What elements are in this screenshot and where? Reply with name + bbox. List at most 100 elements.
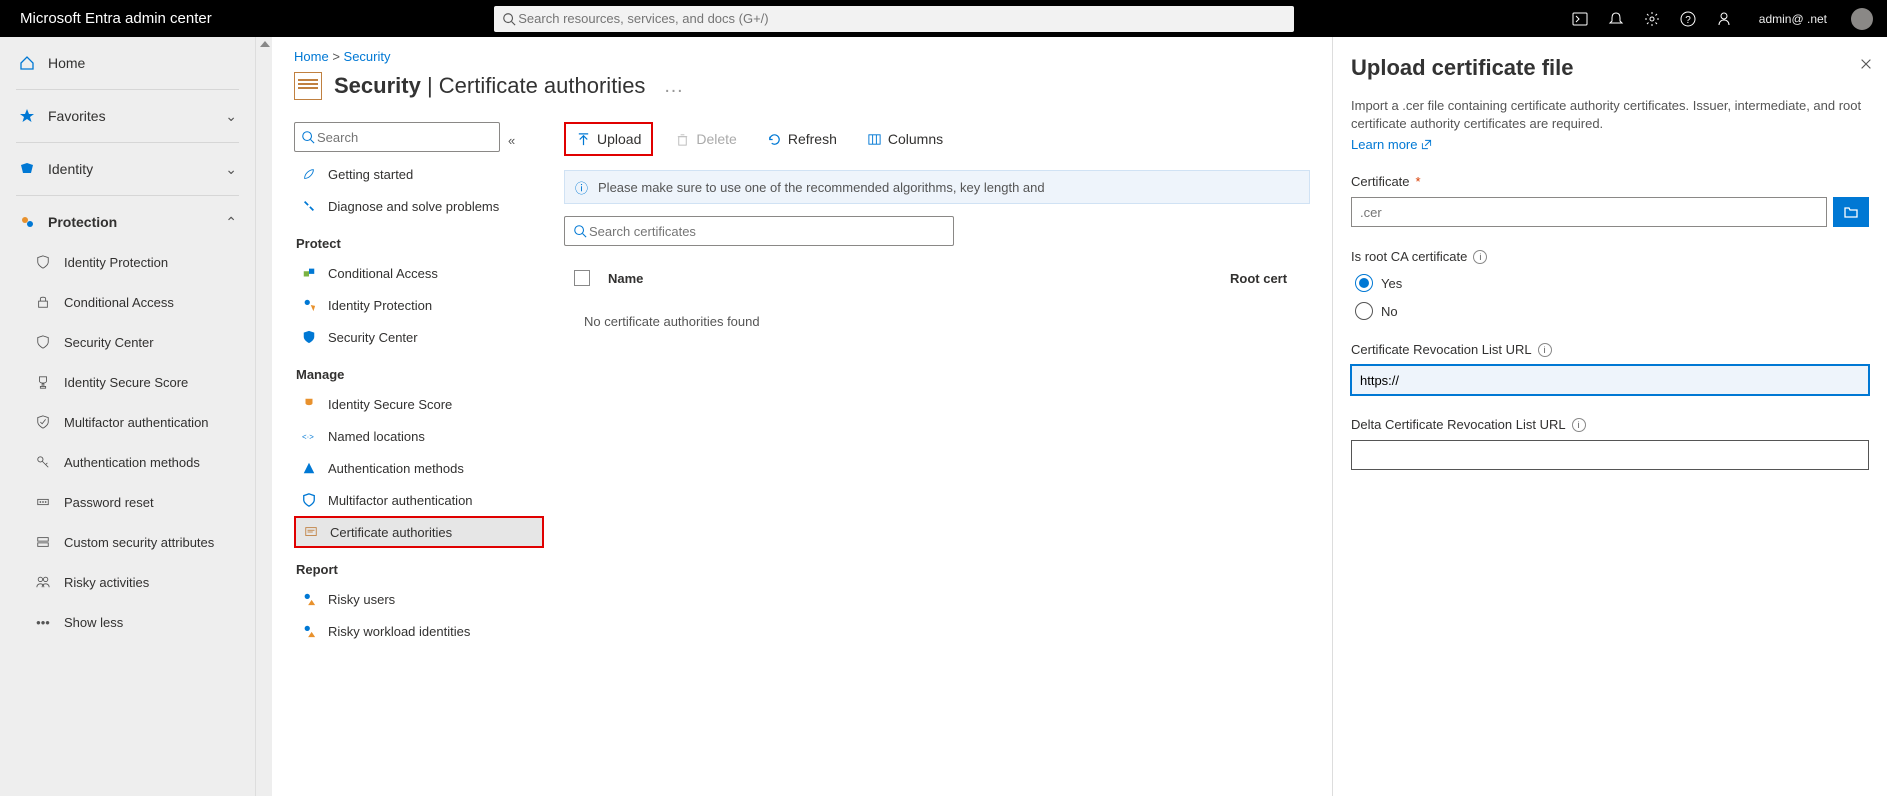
shield-icon bbox=[300, 328, 318, 346]
upload-button[interactable]: Upload bbox=[568, 126, 649, 152]
subnav-security-center[interactable]: Security Center bbox=[294, 321, 544, 353]
subnav-auth-methods[interactable]: Authentication methods bbox=[294, 452, 544, 484]
sidebar-item-password-reset[interactable]: Password reset bbox=[0, 482, 255, 522]
sidebar-item-security-center[interactable]: Security Center bbox=[0, 322, 255, 362]
subnav-label: Getting started bbox=[328, 167, 413, 182]
main-area: Home > Security Security | Certificate a… bbox=[272, 37, 1887, 796]
header-user[interactable]: admin@ .net bbox=[1759, 12, 1827, 26]
info-tooltip-icon[interactable]: i bbox=[1473, 250, 1487, 264]
subnav-diagnose[interactable]: Diagnose and solve problems bbox=[294, 190, 544, 222]
subnav-search-input[interactable] bbox=[315, 129, 495, 146]
security-icon bbox=[34, 333, 52, 351]
svg-text:?: ? bbox=[1685, 15, 1691, 26]
subnav-label: Identity Protection bbox=[328, 298, 432, 313]
trophy-icon bbox=[34, 373, 52, 391]
learn-more-link[interactable]: Learn more bbox=[1351, 137, 1432, 152]
certificate-file-input[interactable] bbox=[1351, 197, 1827, 227]
sidebar-sep bbox=[16, 89, 239, 90]
radio-button[interactable] bbox=[1355, 302, 1373, 320]
subnav-label: Identity Secure Score bbox=[328, 397, 452, 412]
sidebar-item-custom-attrs[interactable]: Custom security attributes bbox=[0, 522, 255, 562]
select-all-checkbox[interactable] bbox=[564, 270, 600, 286]
sidebar-item-label: Conditional Access bbox=[64, 295, 174, 310]
browse-file-button[interactable] bbox=[1833, 197, 1869, 227]
sidebar-item-risky-activities[interactable]: Risky activities bbox=[0, 562, 255, 602]
svg-text:<·>: <·> bbox=[302, 433, 314, 442]
header-search-wrap bbox=[232, 6, 1557, 32]
breadcrumb-home[interactable]: Home bbox=[294, 49, 329, 64]
external-link-icon bbox=[1421, 139, 1432, 150]
sidebar-item-label: Identity Protection bbox=[64, 255, 168, 270]
subnav-search[interactable] bbox=[294, 122, 500, 152]
upload-panel: Upload certificate file Import a .cer fi… bbox=[1332, 37, 1887, 796]
home-icon bbox=[18, 54, 36, 72]
sidebar-item-auth-methods[interactable]: Authentication methods bbox=[0, 442, 255, 482]
info-tooltip-icon[interactable]: i bbox=[1572, 418, 1586, 432]
lock-icon bbox=[34, 293, 52, 311]
shield-icon bbox=[34, 253, 52, 271]
subnav-secure-score[interactable]: Identity Secure Score bbox=[294, 388, 544, 420]
upload-icon bbox=[576, 132, 591, 147]
close-panel-button[interactable] bbox=[1859, 57, 1873, 75]
top-header: Microsoft Entra admin center ? admin@ .n… bbox=[0, 0, 1887, 37]
certificate-label-text: Certificate bbox=[1351, 174, 1410, 189]
col-name[interactable]: Name bbox=[600, 271, 1230, 286]
sidebar-item-identity-protection[interactable]: Identity Protection bbox=[0, 242, 255, 282]
subnav-identity-protection[interactable]: Identity Protection bbox=[294, 289, 544, 321]
columns-icon bbox=[867, 132, 882, 147]
notifications-icon[interactable] bbox=[1607, 10, 1625, 28]
sidebar-favorites[interactable]: Favorites ⌄ bbox=[0, 96, 255, 136]
shield-check-icon bbox=[34, 413, 52, 431]
header-search-input[interactable] bbox=[516, 10, 1286, 27]
columns-button[interactable]: Columns bbox=[859, 126, 951, 152]
subnav-mfa[interactable]: Multifactor authentication bbox=[294, 484, 544, 516]
subnav-conditional-access[interactable]: Conditional Access bbox=[294, 257, 544, 289]
feedback-icon[interactable] bbox=[1715, 10, 1733, 28]
scroll-gutter[interactable] bbox=[256, 37, 272, 796]
info-icon: ⓘ bbox=[575, 178, 588, 197]
settings-icon[interactable] bbox=[1643, 10, 1661, 28]
refresh-button[interactable]: Refresh bbox=[759, 126, 845, 152]
header-search-box[interactable] bbox=[494, 6, 1294, 32]
subnav-named-locations[interactable]: <·>Named locations bbox=[294, 420, 544, 452]
sidebar-show-less[interactable]: •••Show less bbox=[0, 602, 255, 642]
radio-yes-label: Yes bbox=[1381, 276, 1402, 291]
search-icon bbox=[301, 130, 315, 144]
sidebar-protection[interactable]: Protection ⌃ bbox=[0, 202, 255, 242]
panel-description: Import a .cer file containing certificat… bbox=[1351, 97, 1869, 133]
panel-title: Upload certificate file bbox=[1351, 55, 1869, 81]
sidebar-show-less-label: Show less bbox=[64, 615, 123, 630]
delta-crl-url-input[interactable] bbox=[1351, 440, 1869, 470]
cloud-shell-icon[interactable] bbox=[1571, 10, 1589, 28]
risky-user-icon bbox=[300, 590, 318, 608]
help-icon[interactable]: ? bbox=[1679, 10, 1697, 28]
radio-button[interactable] bbox=[1355, 274, 1373, 292]
sidebar-identity[interactable]: Identity ⌄ bbox=[0, 149, 255, 189]
sidebar-item-conditional-access[interactable]: Conditional Access bbox=[0, 282, 255, 322]
sidebar-item-secure-score[interactable]: Identity Secure Score bbox=[0, 362, 255, 402]
info-tooltip-icon[interactable]: i bbox=[1538, 343, 1552, 357]
sidebar-item-label: Security Center bbox=[64, 335, 154, 350]
breadcrumb-security[interactable]: Security bbox=[344, 49, 391, 64]
folder-icon bbox=[1843, 204, 1859, 220]
sidebar-home[interactable]: Home bbox=[0, 43, 255, 83]
subnav-certificate-authorities[interactable]: Certificate authorities bbox=[294, 516, 544, 548]
sidebar-item-label: Multifactor authentication bbox=[64, 415, 209, 430]
sidebar-item-mfa[interactable]: Multifactor authentication bbox=[0, 402, 255, 442]
crl-url-input[interactable] bbox=[1351, 365, 1869, 395]
more-actions-icon[interactable]: … bbox=[657, 75, 683, 98]
cert-search-box[interactable] bbox=[564, 216, 954, 246]
sidebar-item-label: Custom security attributes bbox=[64, 535, 214, 550]
col-root[interactable]: Root cert bbox=[1230, 271, 1310, 286]
radio-no[interactable]: No bbox=[1355, 302, 1869, 320]
info-banner: ⓘ Please make sure to use one of the rec… bbox=[564, 170, 1310, 204]
cert-content: Upload Delete Refresh bbox=[564, 122, 1310, 647]
avatar[interactable] bbox=[1851, 8, 1873, 30]
subnav-getting-started[interactable]: Getting started bbox=[294, 158, 544, 190]
subnav-risky-users[interactable]: Risky users bbox=[294, 583, 544, 615]
subnav-risky-workload[interactable]: Risky workload identities bbox=[294, 615, 544, 647]
collapse-subnav-icon[interactable]: « bbox=[508, 133, 515, 148]
search-icon bbox=[573, 224, 587, 238]
radio-yes[interactable]: Yes bbox=[1355, 274, 1869, 292]
cert-search-input[interactable] bbox=[587, 223, 945, 240]
